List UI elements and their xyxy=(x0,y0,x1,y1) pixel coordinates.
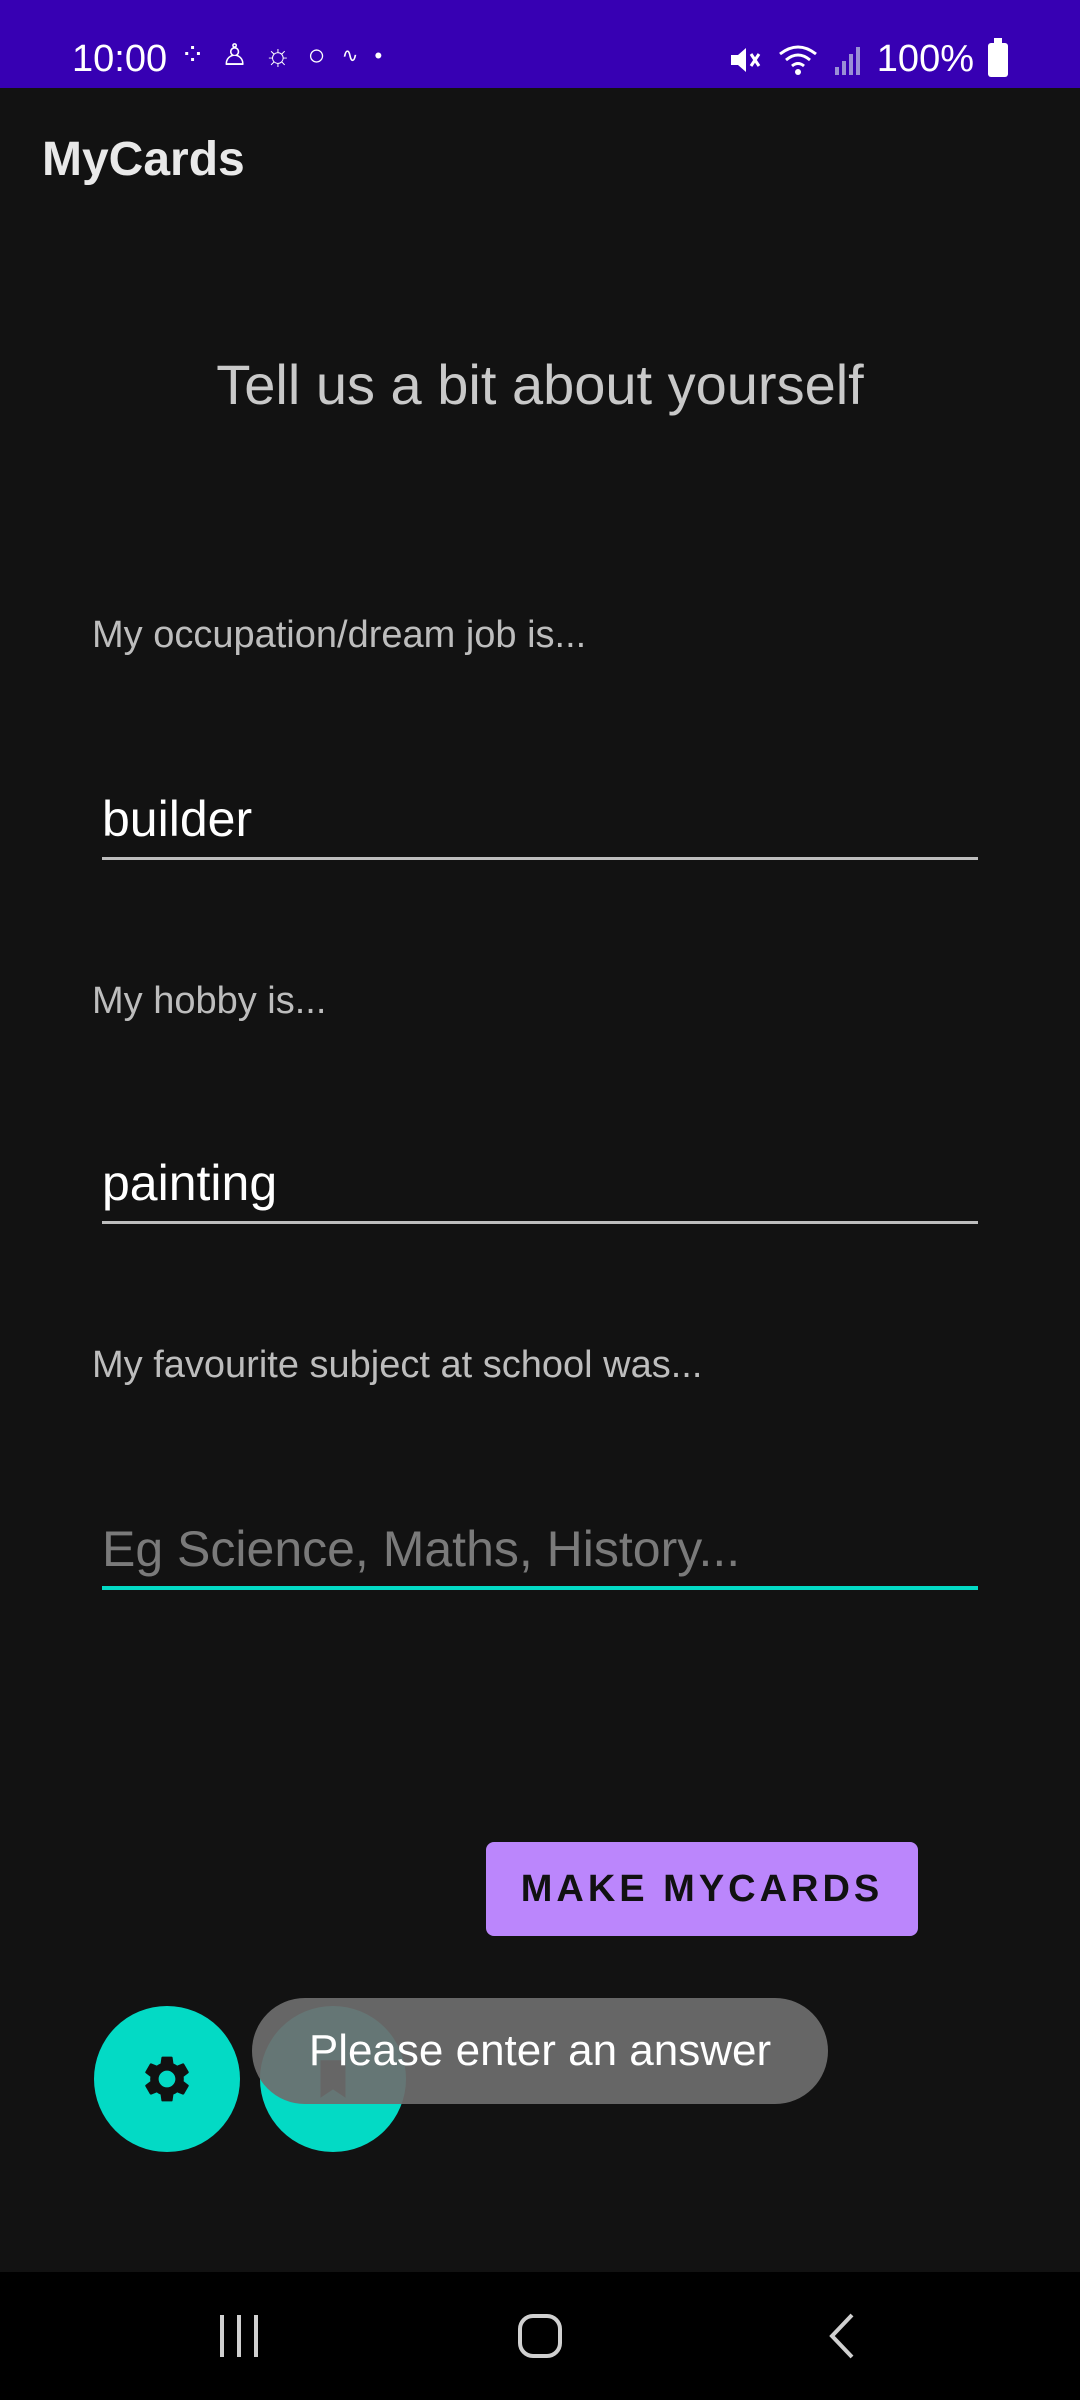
occupation-field[interactable] xyxy=(102,784,978,860)
battery-icon xyxy=(988,37,1008,77)
system-status: 100% xyxy=(727,37,1008,81)
mute-icon xyxy=(730,47,761,72)
notification-icons: ⁘ ♙ ☼ ○ ∿ • xyxy=(180,40,382,72)
toast-message: Please enter an answer xyxy=(252,1998,828,2104)
occupation-input[interactable] xyxy=(102,790,978,848)
status-time: 10:00 xyxy=(72,38,168,80)
app-notification-icon: ⁘ xyxy=(180,39,206,72)
more-notifications-dot-icon: • xyxy=(374,43,383,68)
subject-input[interactable] xyxy=(102,1520,978,1578)
recents-button[interactable] xyxy=(200,2306,280,2366)
make-mycards-button[interactable]: MAKE MYCARDS xyxy=(486,1842,918,1936)
gear-icon xyxy=(145,2056,189,2102)
occupation-label: My occupation/dream job is... xyxy=(92,614,587,656)
home-icon xyxy=(518,2314,562,2358)
hobby-field[interactable] xyxy=(102,1148,978,1224)
navigation-bar xyxy=(0,2272,1080,2400)
weather-icon: ☼ xyxy=(264,39,292,72)
hobby-label: My hobby is... xyxy=(92,980,327,1022)
subject-label: My favourite subject at school was... xyxy=(92,1344,703,1386)
circle-notification-icon: ○ xyxy=(307,39,326,72)
app-title: MyCards xyxy=(42,133,245,186)
figure-notification-icon: ♙ xyxy=(221,39,249,72)
subject-field[interactable] xyxy=(102,1514,978,1590)
back-icon xyxy=(829,2313,854,2359)
status-bar: 10:00 ⁘ ♙ ☼ ○ ∿ • 100% xyxy=(0,0,1080,88)
back-button[interactable] xyxy=(802,2306,882,2366)
recents-icon xyxy=(220,2315,258,2357)
wifi-icon xyxy=(778,45,817,75)
hobby-input[interactable] xyxy=(102,1154,978,1212)
brand-notification-icon: ∿ xyxy=(341,45,359,67)
signal-icon xyxy=(834,46,860,75)
page-heading: Tell us a bit about yourself xyxy=(216,353,864,416)
settings-fab[interactable] xyxy=(94,2006,240,2152)
home-button[interactable] xyxy=(500,2306,580,2366)
battery-percentage: 100% xyxy=(876,38,974,80)
